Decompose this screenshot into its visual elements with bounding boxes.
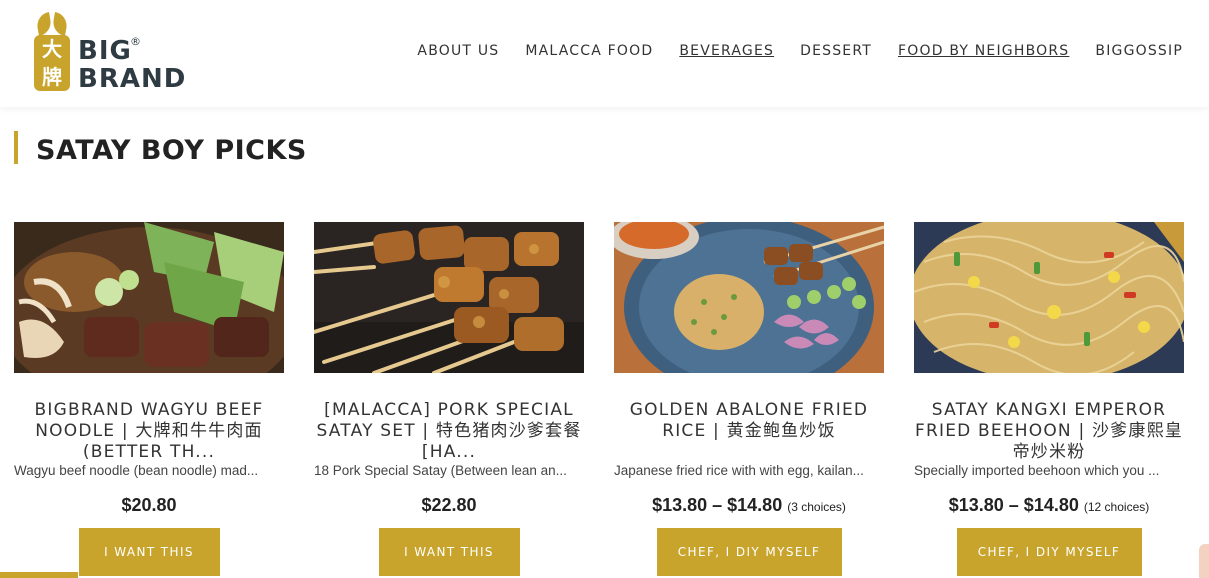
product-description: Specially imported beehoon which you ... bbox=[914, 463, 1160, 478]
nav-beverages[interactable]: BEVERAGES bbox=[679, 43, 774, 59]
product-card: GOLDEN ABALONE FRIED RICE | 黄金鲍鱼炒饭 Japan… bbox=[614, 222, 884, 576]
main-nav: ABOUT US MALACCA FOOD BEVERAGES DESSERT … bbox=[417, 43, 1183, 59]
product-name[interactable]: [MALACCA] PORK SPECIAL SATAY SET | 特色猪肉沙… bbox=[314, 400, 584, 463]
product-description: Japanese fried rice with with egg, kaila… bbox=[614, 463, 864, 478]
product-image-pork-satay[interactable] bbox=[314, 222, 584, 373]
nav-malacca-food[interactable]: MALACCA FOOD bbox=[525, 43, 653, 59]
product-image-beef-noodle[interactable] bbox=[14, 222, 284, 373]
i-want-this-button[interactable]: I WANT THIS bbox=[378, 528, 520, 576]
nav-dessert[interactable]: DESSERT bbox=[800, 43, 872, 59]
logo-char-top: 大 bbox=[34, 35, 70, 63]
nav-food-by-neighbors[interactable]: FOOD BY NEIGHBORS bbox=[898, 43, 1069, 59]
product-name[interactable]: BIGBRAND WAGYU BEEF NOODLE | 大牌和牛牛肉面 (BE… bbox=[14, 400, 284, 463]
product-description: Wagyu beef noodle (bean noodle) mad... bbox=[14, 463, 259, 478]
section-heading: SATAY BOY PICKS bbox=[14, 131, 307, 166]
logo-leaf-left bbox=[35, 11, 53, 37]
product-image-fried-rice[interactable] bbox=[614, 222, 884, 373]
product-price: $13.80 – $14.80 (12 choices) bbox=[948, 495, 1150, 515]
product-price: $20.80 bbox=[121, 495, 177, 515]
site-header: 大 牌 BIG ® BRAND ABOUT US MALACCA FOOD BE… bbox=[0, 0, 1209, 107]
product-price: $22.80 bbox=[421, 495, 477, 515]
nav-biggossip[interactable]: BIGGOSSIP bbox=[1095, 43, 1183, 59]
product-card: SATAY KANGXI EMPEROR FRIED BEEHOON | 沙爹康… bbox=[914, 222, 1184, 576]
logo-word-big: BIG bbox=[78, 36, 132, 66]
choice-count: (12 choices) bbox=[1083, 500, 1150, 514]
logo-char-bottom: 牌 bbox=[34, 63, 70, 91]
product-card: [MALACCA] PORK SPECIAL SATAY SET | 特色猪肉沙… bbox=[314, 222, 584, 576]
brand-logo[interactable]: 大 牌 BIG ® BRAND bbox=[34, 11, 187, 95]
section-title: SATAY BOY PICKS bbox=[36, 135, 307, 166]
chef-i-diy-myself-button[interactable]: CHEF, I DIY MYSELF bbox=[956, 528, 1142, 576]
chef-i-diy-myself-button[interactable]: CHEF, I DIY MYSELF bbox=[656, 528, 842, 576]
i-want-this-button[interactable]: I WANT THIS bbox=[78, 528, 220, 576]
product-image-fried-beehoon[interactable] bbox=[914, 222, 1184, 373]
product-name[interactable]: GOLDEN ABALONE FRIED RICE | 黄金鲍鱼炒饭 bbox=[614, 400, 884, 463]
choice-count: (3 choices) bbox=[787, 500, 846, 514]
logo-word-brand: BRAND bbox=[78, 64, 187, 94]
accent-bar bbox=[0, 572, 78, 578]
registered-mark: ® bbox=[130, 35, 141, 48]
logo-leaf-right bbox=[51, 11, 69, 37]
product-card: BIGBRAND WAGYU BEEF NOODLE | 大牌和牛牛肉面 (BE… bbox=[14, 222, 284, 576]
nav-about-us[interactable]: ABOUT US bbox=[417, 43, 499, 59]
chat-widget-edge[interactable] bbox=[1199, 544, 1209, 578]
product-price: $13.80 – $14.80 (3 choices) bbox=[652, 495, 846, 515]
product-name[interactable]: SATAY KANGXI EMPEROR FRIED BEEHOON | 沙爹康… bbox=[914, 400, 1184, 463]
product-description: 18 Pork Special Satay (Between lean an..… bbox=[314, 463, 567, 478]
